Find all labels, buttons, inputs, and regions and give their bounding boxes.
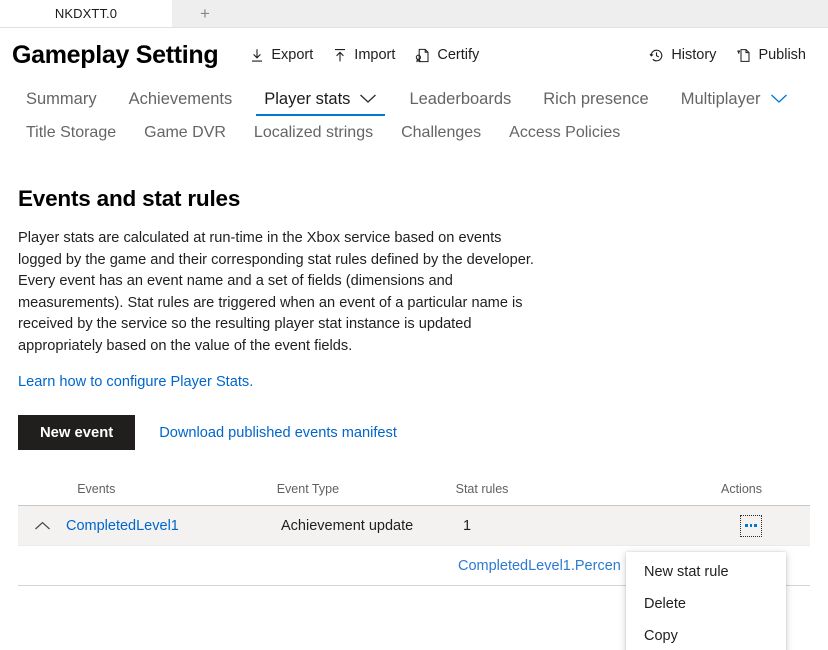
clock-history-icon [649, 48, 664, 63]
chevron-up-icon [34, 521, 50, 529]
row-more-actions-button[interactable] [740, 514, 762, 537]
history-button-label: History [671, 47, 717, 63]
nav-tab-summary-label: Summary [26, 89, 97, 108]
chevron-down-icon [359, 93, 377, 104]
row-context-menu: New stat rule Delete Copy [626, 552, 786, 650]
nav-tab-leaderboards[interactable]: Leaderboards [401, 89, 519, 117]
import-button-label: Import [354, 47, 396, 63]
nav-tab-game-dvr[interactable]: Game DVR [136, 125, 234, 143]
download-arrow-icon [250, 48, 264, 63]
section-title: Events and stat rules [18, 186, 241, 211]
nav-tab-challenges-label: Challenges [401, 124, 482, 141]
main-content: Events and stat rules Player stats are c… [0, 186, 828, 650]
table-header-row: Events Event Type Stat rules Actions [18, 482, 810, 506]
column-header-actions: Actions [721, 482, 762, 496]
row-event-type: Achievement update [281, 517, 414, 534]
nav-tab-localized-strings-label: Localized strings [253, 124, 374, 141]
row-expand-toggle[interactable] [18, 521, 66, 531]
nav-tab-access-policies-label: Access Policies [509, 124, 621, 141]
learn-more-link[interactable]: Learn how to configure Player Stats. [18, 374, 253, 390]
section-description: Player stats are calculated at run-time … [18, 230, 534, 354]
events-table: Events Event Type Stat rules Actions Com… [18, 482, 810, 650]
command-bar: Gameplay Setting Export Import Certify H… [0, 28, 828, 78]
primary-nav: Summary Achievements Player stats Leader… [0, 78, 828, 116]
nav-tab-access-policies[interactable]: Access Policies [501, 125, 628, 143]
nav-tab-game-dvr-label: Game DVR [144, 124, 226, 141]
tab-strip-empty-area [238, 0, 828, 27]
import-button[interactable]: Import [323, 43, 405, 67]
browser-tab-active[interactable]: NKDXTT.0 [0, 0, 172, 27]
nav-tab-player-stats[interactable]: Player stats [256, 89, 386, 116]
page-title: Gameplay Setting [12, 40, 219, 69]
download-manifest-link[interactable]: Download published events manifest [159, 425, 397, 441]
action-row: New event Download published events mani… [18, 415, 810, 450]
row-stat-rules-count: 1 [463, 517, 472, 534]
certify-button[interactable]: Certify [405, 43, 489, 67]
event-name-link[interactable]: CompletedLevel1 [66, 518, 179, 534]
command-group-left: Export Import Certify [240, 43, 489, 67]
context-menu-item-new-stat-rule[interactable]: New stat rule [626, 556, 786, 588]
publish-document-icon [736, 48, 751, 63]
nav-tab-multiplayer-label: Multiplayer [680, 89, 761, 108]
nav-tab-rich-presence-label: Rich presence [543, 89, 649, 108]
new-event-button[interactable]: New event [18, 415, 136, 450]
stat-rule-link[interactable]: CompletedLevel1.Percen [458, 558, 621, 574]
history-button[interactable]: History [639, 43, 726, 67]
publish-button-label: Publish [758, 47, 806, 63]
context-menu-item-delete[interactable]: Delete [626, 588, 786, 620]
nav-tab-multiplayer[interactable]: Multiplayer [673, 89, 796, 117]
context-menu-item-copy[interactable]: Copy [626, 620, 786, 650]
command-group-right: History Publish [639, 43, 816, 67]
browser-tab-strip: NKDXTT.0 + [0, 0, 828, 28]
export-button[interactable]: Export [240, 43, 323, 67]
nav-tab-achievements-label: Achievements [128, 89, 233, 108]
column-header-event-type: Event Type [276, 482, 340, 496]
nav-tab-leaderboards-label: Leaderboards [409, 89, 512, 108]
upload-arrow-icon [333, 48, 347, 63]
browser-tab-label: NKDXTT.0 [54, 6, 118, 21]
new-tab-button[interactable]: + [172, 0, 238, 27]
nav-tab-title-storage-label: Title Storage [26, 124, 117, 141]
nav-tab-summary[interactable]: Summary [18, 89, 105, 117]
export-button-label: Export [271, 47, 314, 63]
ellipsis-icon [745, 524, 757, 527]
certify-button-label: Certify [437, 47, 480, 63]
certificate-document-icon [415, 48, 430, 63]
column-header-stat-rules: Stat rules [455, 482, 509, 496]
nav-tab-challenges[interactable]: Challenges [393, 125, 489, 143]
row-event-name: CompletedLevel1 [66, 518, 281, 534]
nav-tab-localized-strings[interactable]: Localized strings [246, 125, 381, 143]
nav-tab-rich-presence[interactable]: Rich presence [535, 89, 656, 117]
chevron-down-icon [770, 93, 788, 104]
publish-button[interactable]: Publish [726, 43, 816, 67]
table-row[interactable]: CompletedLevel1 Achievement update 1 [18, 506, 810, 546]
row-actions-cell [733, 514, 810, 537]
column-header-events: Events [77, 482, 116, 496]
nav-tab-player-stats-label: Player stats [264, 89, 351, 108]
nav-tab-title-storage[interactable]: Title Storage [18, 125, 124, 143]
nav-tab-achievements[interactable]: Achievements [121, 89, 241, 117]
secondary-nav: Title Storage Game DVR Localized strings… [0, 116, 828, 152]
